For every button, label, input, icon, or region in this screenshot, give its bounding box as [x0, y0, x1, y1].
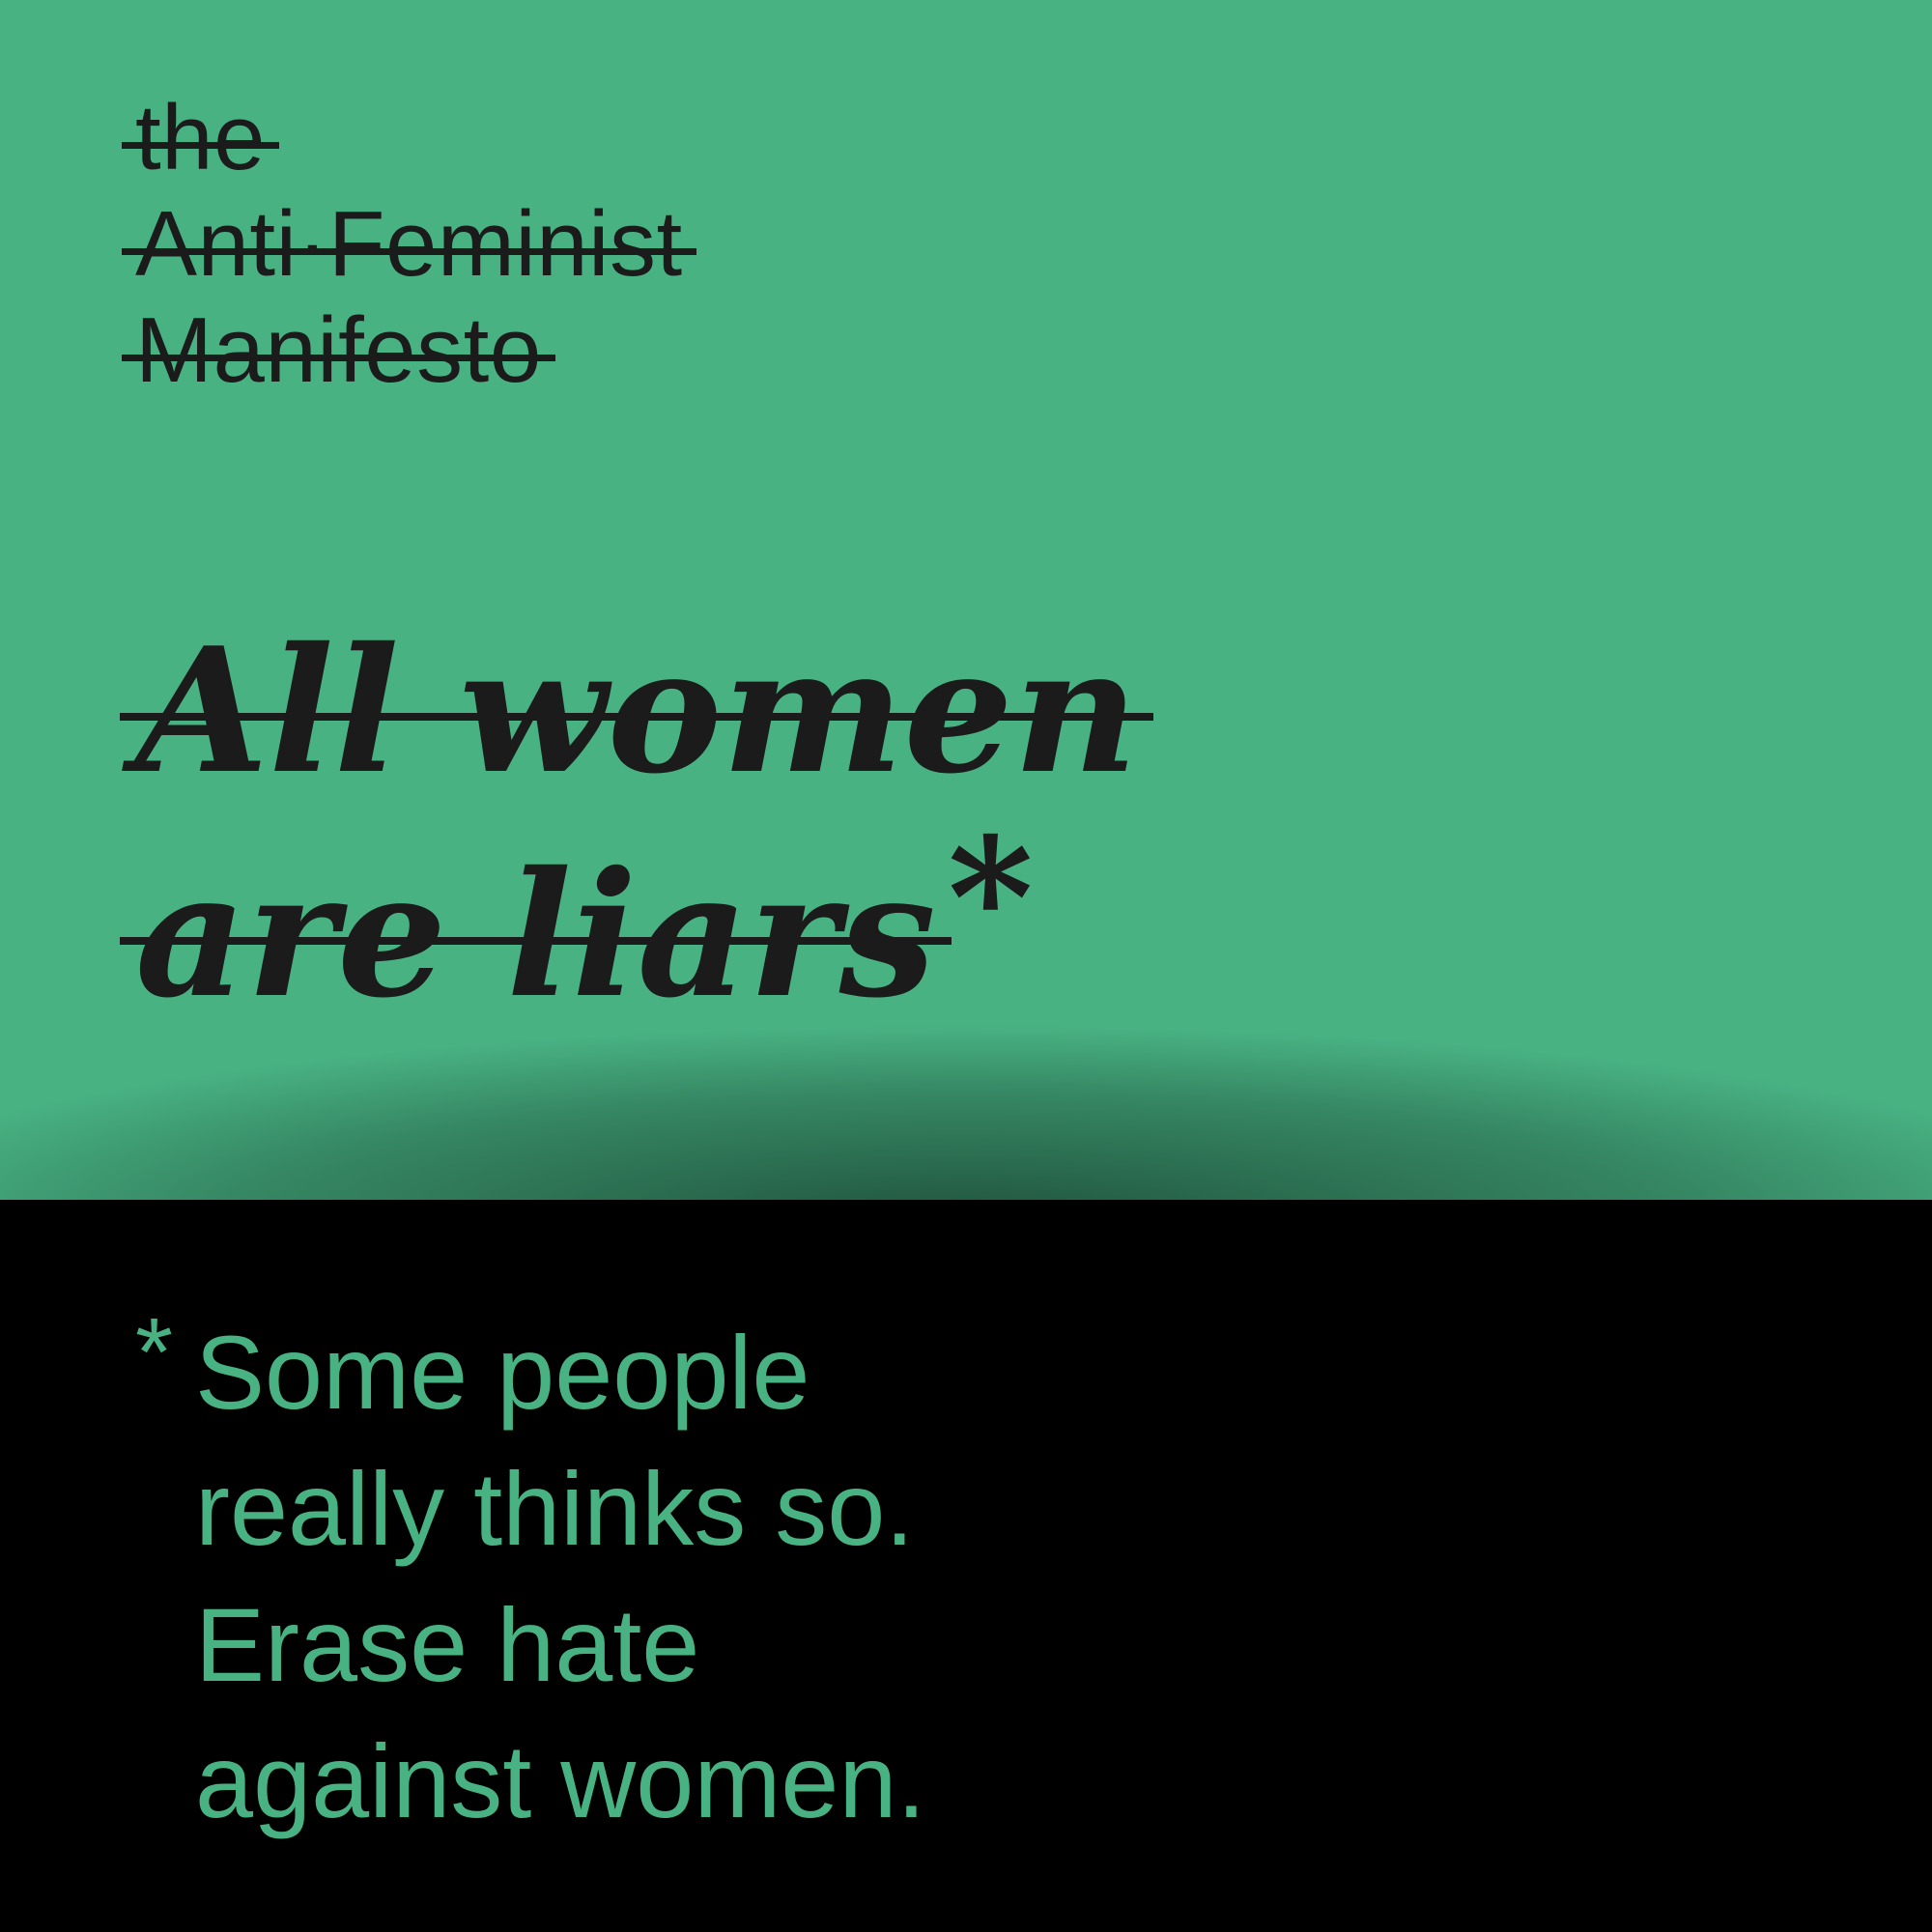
struck-headline: All women are liars* [120, 599, 1154, 1047]
footnote-line-4: against women. [195, 1722, 926, 1839]
green-panel: the Anti·Feminist Manifesto All women ar… [0, 0, 1932, 1200]
struck-title: the Anti·Feminist Manifesto [122, 85, 696, 404]
footnote-line-3: Erase hate [195, 1586, 700, 1703]
headline-text-2: are liars [120, 823, 952, 1047]
headline-asterisk: * [947, 802, 1034, 995]
title-line-manifesto: Manifesto [122, 298, 555, 404]
panel-shadow [0, 1024, 1932, 1200]
footnote-text: Some people really thinks so. Erase hate… [195, 1304, 1354, 1849]
poster: the Anti·Feminist Manifesto All women ar… [0, 0, 1932, 1932]
title-line-anti-feminist: Anti·Feminist [122, 191, 696, 298]
title-line-the: the [122, 85, 279, 191]
footnote-asterisk: * [135, 1298, 173, 1406]
footnote-line-1: Some people [195, 1314, 810, 1431]
footnote-line-2: really thinks so. [195, 1450, 915, 1567]
headline-line-2: are liars* [120, 802, 1034, 1047]
